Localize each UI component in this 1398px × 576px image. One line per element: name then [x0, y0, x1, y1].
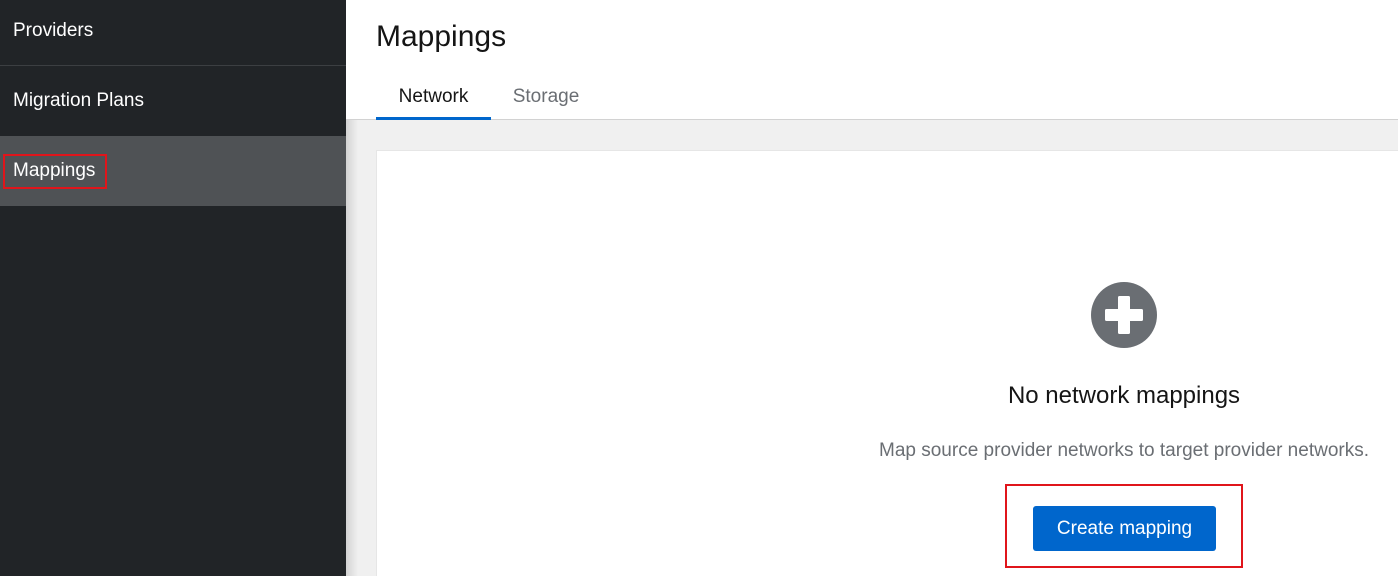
sidebar: Providers Migration Plans Mappings: [0, 0, 346, 576]
tab-network[interactable]: Network: [376, 72, 491, 120]
tab-label: Storage: [512, 86, 580, 107]
sidebar-item-label: Mappings: [13, 160, 96, 181]
page-title: Mappings: [376, 20, 507, 53]
empty-state-title: No network mappings: [1007, 382, 1241, 409]
sidebar-item-providers[interactable]: Providers: [0, 0, 346, 66]
sidebar-item-label: Providers: [13, 19, 94, 41]
plus-circle-icon: [1091, 282, 1157, 348]
tab-storage[interactable]: Storage: [491, 72, 601, 120]
empty-state-body: Map source provider networks to target p…: [879, 440, 1369, 461]
sidebar-item-migration-plans[interactable]: Migration Plans: [0, 66, 346, 136]
sidebar-item-label: Migration Plans: [13, 90, 144, 111]
tab-label: Network: [398, 86, 469, 107]
sidebar-item-mappings[interactable]: Mappings: [0, 136, 346, 206]
page-header: Mappings Network Storage: [346, 0, 1398, 120]
empty-state-card: [376, 150, 1398, 576]
create-mapping-button[interactable]: Create mapping: [1033, 506, 1216, 551]
